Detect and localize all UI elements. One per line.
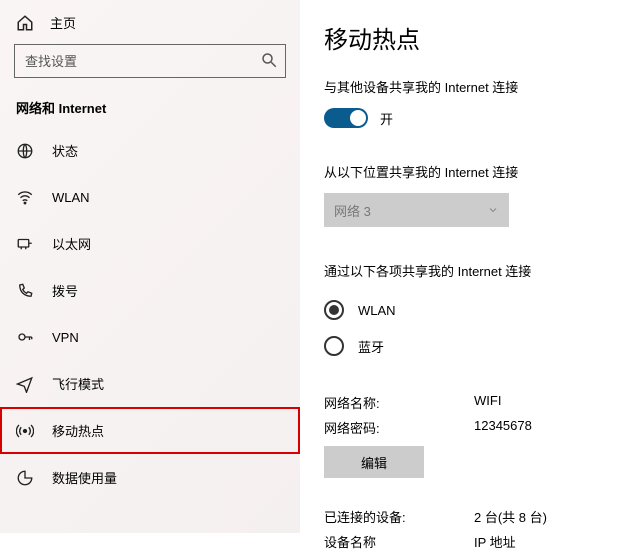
nav-label: 状态 <box>52 141 78 160</box>
nav-vpn[interactable]: VPN <box>0 314 300 360</box>
nav-label: 数据使用量 <box>52 468 117 487</box>
search-wrap <box>14 44 286 78</box>
home-icon <box>16 14 34 32</box>
content: 移动热点 与其他设备共享我的 Internet 连接 开 从以下位置共享我的 I… <box>300 0 630 533</box>
nav-label: 拨号 <box>52 281 78 300</box>
network-name-label: 网络名称: <box>324 393 474 412</box>
nav-wlan[interactable]: WLAN <box>0 174 300 220</box>
datausage-icon <box>16 469 34 487</box>
edit-button[interactable]: 编辑 <box>324 446 424 478</box>
nav-airplane[interactable]: 飞行模式 <box>0 360 300 407</box>
wifi-icon <box>16 188 34 206</box>
nav-label: 以太网 <box>52 234 91 253</box>
network-password-label: 网络密码: <box>324 418 474 437</box>
radio-group: WLAN 蓝牙 <box>324 292 606 364</box>
nav-label: 飞行模式 <box>52 374 104 393</box>
radio-label: WLAN <box>358 303 396 318</box>
sidebar: 主页 网络和 Internet 状态 WLAN 以太网 拨号 VPN <box>0 0 300 533</box>
nav-status[interactable]: 状态 <box>0 127 300 174</box>
ip-header: IP 地址 <box>474 532 516 551</box>
nav-label: WLAN <box>52 190 90 205</box>
nav-label: 移动热点 <box>52 421 104 440</box>
hotspot-icon <box>16 422 34 440</box>
airplane-icon <box>16 375 34 393</box>
home-link[interactable]: 主页 <box>0 5 300 44</box>
network-password-value: 12345678 <box>474 418 532 437</box>
radio-circle <box>324 336 344 356</box>
vpn-icon <box>16 328 34 346</box>
nav-label: VPN <box>52 330 79 345</box>
nav-ethernet[interactable]: 以太网 <box>0 220 300 267</box>
sharefrom-label: 从以下位置共享我的 Internet 连接 <box>324 162 606 181</box>
home-label: 主页 <box>50 13 76 32</box>
globe-icon <box>16 142 34 160</box>
network-name-value: WIFI <box>474 393 501 412</box>
connected-row: 已连接的设备: 2 台(共 8 台) <box>324 504 606 529</box>
sharewith-label: 通过以下各项共享我的 Internet 连接 <box>324 261 606 280</box>
sharefrom-dropdown[interactable]: 网络 3 <box>324 193 509 227</box>
network-name-row: 网络名称: WIFI <box>324 390 606 415</box>
ethernet-icon <box>16 235 34 253</box>
share-label: 与其他设备共享我的 Internet 连接 <box>324 77 606 96</box>
nav-dialup[interactable]: 拨号 <box>0 267 300 314</box>
phone-icon <box>16 282 34 300</box>
connected-label: 已连接的设备: <box>324 507 474 526</box>
page-title: 移动热点 <box>324 20 606 55</box>
device-name-header: 设备名称 <box>324 532 474 551</box>
chevron-down-icon <box>487 204 499 216</box>
search-icon <box>260 51 278 69</box>
share-toggle-row: 开 <box>324 108 606 128</box>
radio-bluetooth[interactable]: 蓝牙 <box>324 328 606 364</box>
radio-circle <box>324 300 344 320</box>
nav-hotspot[interactable]: 移动热点 <box>0 407 300 454</box>
radio-wlan[interactable]: WLAN <box>324 292 606 328</box>
network-password-row: 网络密码: 12345678 <box>324 415 606 440</box>
radio-label: 蓝牙 <box>358 337 384 356</box>
category-title: 网络和 Internet <box>0 98 300 127</box>
search-input[interactable] <box>14 44 286 78</box>
dropdown-value: 网络 3 <box>334 201 371 220</box>
connected-value: 2 台(共 8 台) <box>474 507 547 526</box>
share-toggle[interactable] <box>324 108 368 128</box>
nav-list: 状态 WLAN 以太网 拨号 VPN 飞行模式 移动热点 数据使用量 <box>0 127 300 501</box>
nav-datausage[interactable]: 数据使用量 <box>0 454 300 501</box>
toggle-state: 开 <box>380 109 393 128</box>
